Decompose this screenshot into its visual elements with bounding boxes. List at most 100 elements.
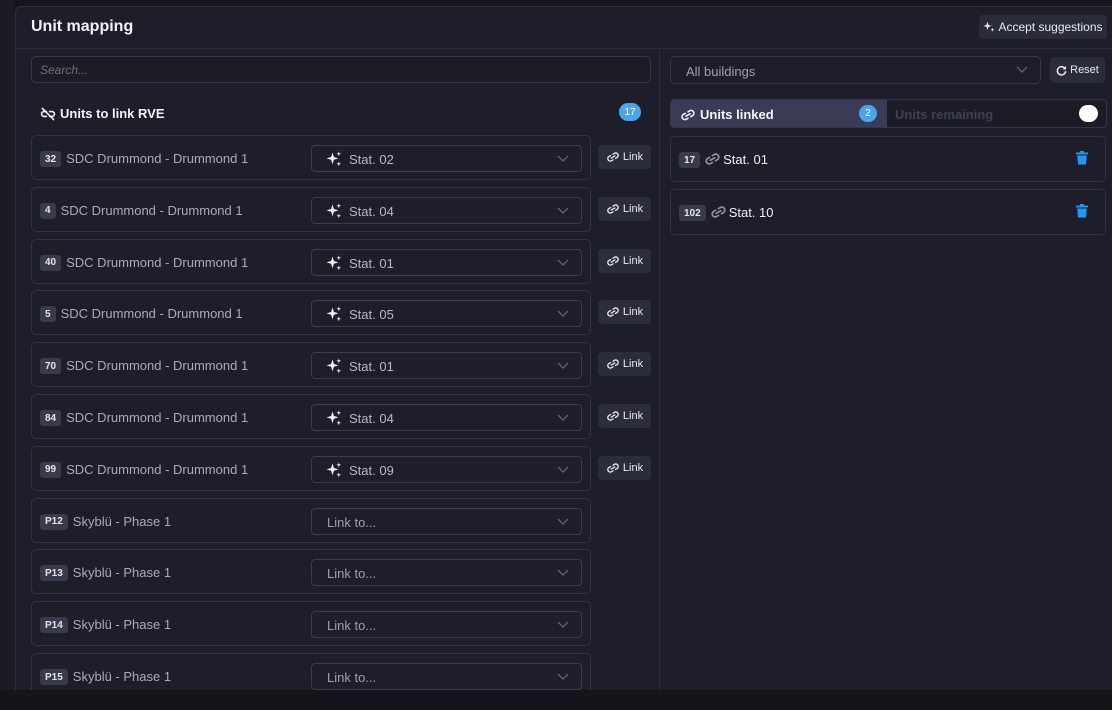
station-select[interactable]: Link to... bbox=[311, 507, 582, 535]
station-select-value: Link to... bbox=[327, 566, 377, 582]
station-select-value: Stat. 01 bbox=[349, 255, 394, 271]
link-icon bbox=[607, 463, 619, 473]
sparkle-icon bbox=[326, 306, 342, 322]
station-select[interactable]: Stat. 02 bbox=[311, 145, 582, 172]
reset-button[interactable]: Reset bbox=[1050, 57, 1105, 83]
bottom-edge bbox=[0, 690, 1112, 710]
station-select[interactable]: Stat. 05 bbox=[311, 300, 582, 328]
chevron-down-icon bbox=[557, 310, 569, 318]
station-select-value: Stat. 09 bbox=[349, 462, 394, 478]
link-button[interactable]: Link bbox=[598, 404, 651, 428]
unit-name: Skyblü - Phase 1 bbox=[72, 513, 172, 529]
unit-number-tag: 17 bbox=[679, 152, 701, 168]
sparkle-icon bbox=[326, 255, 342, 270]
station-select[interactable]: Link to... bbox=[311, 559, 582, 587]
chevron-down-icon bbox=[557, 569, 569, 577]
unit-number-tag: 99 bbox=[40, 461, 62, 478]
unit-row: P13 Skyblü - Phase 1 Link to... bbox=[31, 549, 591, 595]
link-button-label: Link bbox=[622, 410, 644, 422]
sparkle-icon bbox=[326, 358, 342, 374]
reset-label: Reset bbox=[1070, 64, 1099, 76]
station-select[interactable]: Stat. 04 bbox=[311, 404, 582, 431]
sparkle-icon bbox=[326, 410, 342, 426]
tab-units-linked[interactable]: Units linked 2 bbox=[671, 100, 887, 127]
link-icon bbox=[607, 152, 619, 162]
chevron-down-icon bbox=[557, 466, 569, 473]
unit-name: SDC Drummond - Drummond 1 bbox=[66, 254, 249, 270]
station-select-value: Stat. 02 bbox=[349, 152, 394, 167]
unit-number-tag: P15 bbox=[40, 669, 68, 685]
station-select[interactable]: Stat. 01 bbox=[311, 248, 582, 276]
tab-units-linked-label: Units linked bbox=[700, 107, 774, 122]
unit-row: 84 SDC Drummond - Drummond 1 Stat. 04 bbox=[31, 394, 591, 439]
buildings-select[interactable]: All buildings bbox=[670, 56, 1041, 84]
station-select-value: Stat. 04 bbox=[349, 411, 394, 426]
sparkle-icon bbox=[326, 462, 342, 477]
unit-number-tag: 84 bbox=[40, 410, 62, 426]
search-field[interactable] bbox=[31, 56, 651, 83]
tab-units-remaining[interactable]: Units remaining bbox=[895, 107, 993, 122]
link-button[interactable]: Link bbox=[598, 196, 651, 221]
unit-row: P12 Skyblü - Phase 1 Link to... bbox=[31, 497, 591, 543]
unit-mapping-panel: Unit mapping Accept suggestions Units to… bbox=[15, 6, 1112, 690]
linked-unit-row: 17 Stat. 01 bbox=[670, 136, 1106, 182]
link-button[interactable]: Link bbox=[598, 300, 651, 325]
unit-row: 40 SDC Drummond - Drummond 1 Stat. 01 bbox=[31, 238, 591, 284]
linked-tabs: Units linked 2 Units remaining bbox=[670, 99, 1107, 128]
station-select[interactable]: Stat. 04 bbox=[311, 196, 582, 224]
link-icon bbox=[607, 307, 619, 318]
link-button[interactable]: Link bbox=[598, 352, 651, 377]
page-title: Unit mapping bbox=[31, 18, 134, 35]
linked-station-name: Stat. 01 bbox=[723, 152, 768, 167]
linked-unit-row: 102 Stat. 10 bbox=[670, 189, 1106, 235]
unit-number-tag: P14 bbox=[40, 617, 68, 634]
unit-name: SDC Drummond - Drummond 1 bbox=[60, 202, 243, 218]
chevron-down-icon bbox=[557, 362, 569, 370]
trash-icon[interactable] bbox=[1076, 204, 1088, 223]
accept-suggestions-label: Accept suggestions bbox=[998, 20, 1103, 34]
station-select[interactable]: Link to... bbox=[311, 611, 582, 639]
left-edge bbox=[0, 0, 15, 690]
chevron-down-icon bbox=[557, 621, 569, 629]
link-button[interactable]: Link bbox=[598, 455, 651, 480]
chevron-down-icon bbox=[557, 259, 569, 266]
link-button[interactable]: Link bbox=[598, 248, 651, 273]
units-linked-count-badge: 2 bbox=[859, 105, 877, 122]
unit-row: 32 SDC Drummond - Drummond 1 Stat. 02 bbox=[31, 135, 591, 180]
chevron-down-icon bbox=[557, 207, 569, 214]
sparkle-icon bbox=[326, 151, 342, 167]
station-select-value: Link to... bbox=[327, 514, 377, 530]
sparkle-icon bbox=[983, 21, 995, 32]
link-icon bbox=[607, 255, 619, 266]
units-to-link-count-badge: 17 bbox=[619, 103, 641, 121]
linked-status-icon bbox=[704, 152, 721, 170]
unit-row: P14 Skyblü - Phase 1 Link to... bbox=[31, 601, 591, 647]
unit-number-tag: 102 bbox=[679, 205, 706, 221]
station-select[interactable]: Stat. 01 bbox=[311, 352, 582, 380]
buildings-select-value: All buildings bbox=[686, 64, 756, 79]
units-to-link-heading: Units to link RVE bbox=[40, 106, 165, 121]
accept-suggestions-button[interactable]: Accept suggestions bbox=[979, 15, 1107, 39]
link-button-label: Link bbox=[622, 306, 644, 319]
chevron-down-icon bbox=[557, 673, 569, 680]
link-icon bbox=[607, 359, 619, 369]
unit-name: Skyblü - Phase 1 bbox=[72, 617, 172, 633]
trash-icon[interactable] bbox=[1076, 151, 1088, 170]
chevron-down-icon bbox=[557, 155, 569, 162]
unit-number-tag: P13 bbox=[40, 565, 68, 582]
unlink-icon bbox=[40, 107, 56, 120]
search-input[interactable] bbox=[32, 57, 650, 82]
unit-name: SDC Drummond - Drummond 1 bbox=[66, 151, 249, 166]
link-icon bbox=[607, 204, 619, 214]
station-select-value: Stat. 05 bbox=[349, 307, 394, 323]
link-button-label: Link bbox=[622, 358, 644, 371]
unit-number-tag: 5 bbox=[40, 306, 56, 323]
toggle-switch[interactable] bbox=[1079, 105, 1098, 122]
link-icon bbox=[607, 411, 619, 421]
unit-name: SDC Drummond - Drummond 1 bbox=[66, 461, 249, 477]
refresh-icon bbox=[1056, 65, 1067, 76]
chevron-down-icon bbox=[557, 518, 569, 525]
link-button[interactable]: Link bbox=[598, 145, 651, 169]
station-select[interactable]: Link to... bbox=[311, 663, 582, 690]
station-select[interactable]: Stat. 09 bbox=[311, 455, 582, 483]
